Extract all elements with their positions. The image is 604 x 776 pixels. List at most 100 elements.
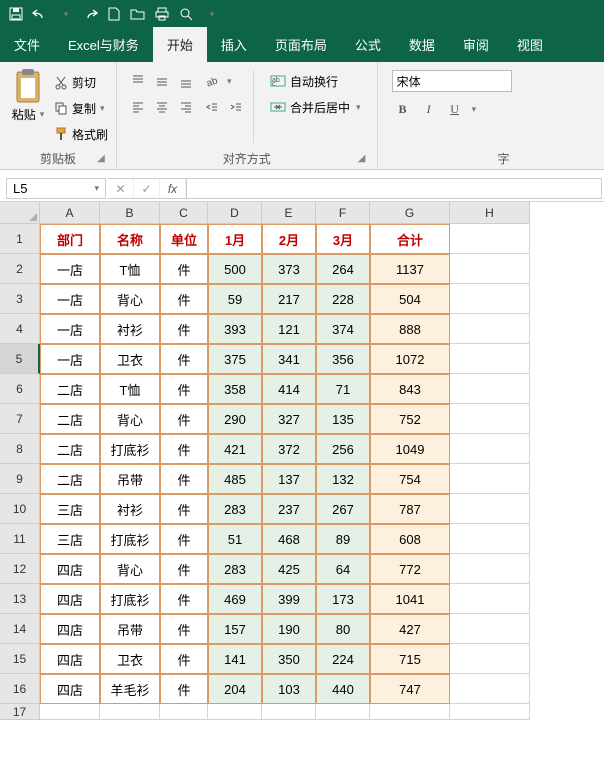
row-header[interactable]: 13: [0, 584, 40, 614]
cell[interactable]: 350: [262, 644, 316, 674]
cell[interactable]: 件: [160, 254, 208, 284]
cell[interactable]: 752: [370, 404, 450, 434]
cell[interactable]: [450, 644, 530, 674]
cell[interactable]: 件: [160, 314, 208, 344]
cell[interactable]: 427: [370, 614, 450, 644]
cell[interactable]: 217: [262, 284, 316, 314]
cell[interactable]: 三店: [40, 524, 100, 554]
row-header[interactable]: 15: [0, 644, 40, 674]
cell[interactable]: 89: [316, 524, 370, 554]
cell[interactable]: [208, 704, 262, 720]
cell[interactable]: 356: [316, 344, 370, 374]
cell[interactable]: 1049: [370, 434, 450, 464]
align-middle-button[interactable]: [151, 70, 173, 92]
cell[interactable]: 件: [160, 644, 208, 674]
cell[interactable]: 一店: [40, 314, 100, 344]
cell[interactable]: 衬衫: [100, 494, 160, 524]
row-header[interactable]: 2: [0, 254, 40, 284]
cell[interactable]: 卫衣: [100, 644, 160, 674]
cell[interactable]: 三店: [40, 494, 100, 524]
cell[interactable]: T恤: [100, 374, 160, 404]
cell[interactable]: 四店: [40, 644, 100, 674]
cell[interactable]: T恤: [100, 254, 160, 284]
cell[interactable]: 747: [370, 674, 450, 704]
cell[interactable]: 80: [316, 614, 370, 644]
undo-dropdown[interactable]: ▾: [54, 2, 78, 26]
increase-indent-button[interactable]: [225, 96, 247, 118]
cell[interactable]: [450, 464, 530, 494]
row-header[interactable]: 3: [0, 284, 40, 314]
cell[interactable]: 件: [160, 374, 208, 404]
cell[interactable]: 135: [316, 404, 370, 434]
cell[interactable]: [450, 614, 530, 644]
cell[interactable]: 283: [208, 554, 262, 584]
cell[interactable]: 单位: [160, 224, 208, 254]
cell[interactable]: 137: [262, 464, 316, 494]
italic-button[interactable]: I: [418, 98, 440, 120]
format-painter-button[interactable]: 格式刷: [54, 123, 108, 145]
column-header[interactable]: C: [160, 202, 208, 224]
cell[interactable]: 485: [208, 464, 262, 494]
cell[interactable]: 部门: [40, 224, 100, 254]
tab-2[interactable]: 开始: [153, 27, 207, 62]
cell[interactable]: 121: [262, 314, 316, 344]
row-header[interactable]: 9: [0, 464, 40, 494]
tab-8[interactable]: 视图: [503, 27, 557, 62]
cell[interactable]: 772: [370, 554, 450, 584]
cell[interactable]: 132: [316, 464, 370, 494]
cell[interactable]: 吊带: [100, 614, 160, 644]
row-header[interactable]: 14: [0, 614, 40, 644]
cell[interactable]: 103: [262, 674, 316, 704]
cell[interactable]: 一店: [40, 254, 100, 284]
column-header[interactable]: E: [262, 202, 316, 224]
align-right-button[interactable]: [175, 96, 197, 118]
cell[interactable]: 888: [370, 314, 450, 344]
cell[interactable]: 372: [262, 434, 316, 464]
cell[interactable]: 二店: [40, 404, 100, 434]
cell[interactable]: 背心: [100, 404, 160, 434]
cell[interactable]: 羊毛衫: [100, 674, 160, 704]
name-box[interactable]: L5▾: [6, 178, 106, 199]
tab-7[interactable]: 审阅: [449, 27, 503, 62]
row-header[interactable]: 8: [0, 434, 40, 464]
column-header[interactable]: A: [40, 202, 100, 224]
cell[interactable]: 1072: [370, 344, 450, 374]
cell[interactable]: 件: [160, 614, 208, 644]
wrap-text-button[interactable]: abc自动换行: [266, 70, 365, 92]
cell[interactable]: 440: [316, 674, 370, 704]
cell[interactable]: 吊带: [100, 464, 160, 494]
cell[interactable]: [450, 254, 530, 284]
cell[interactable]: 393: [208, 314, 262, 344]
row-header[interactable]: 17: [0, 704, 40, 720]
column-header[interactable]: B: [100, 202, 160, 224]
row-header[interactable]: 11: [0, 524, 40, 554]
cell[interactable]: 283: [208, 494, 262, 524]
cell[interactable]: 1月: [208, 224, 262, 254]
cell[interactable]: 2月: [262, 224, 316, 254]
cell[interactable]: [450, 344, 530, 374]
cell[interactable]: 二店: [40, 464, 100, 494]
cell[interactable]: 64: [316, 554, 370, 584]
save-icon[interactable]: [4, 2, 28, 26]
cell[interactable]: 四店: [40, 584, 100, 614]
align-top-button[interactable]: [127, 70, 149, 92]
cell[interactable]: 157: [208, 614, 262, 644]
enter-formula-button[interactable]: ✓: [134, 179, 160, 198]
cell[interactable]: 375: [208, 344, 262, 374]
cell[interactable]: 件: [160, 554, 208, 584]
insert-function-button[interactable]: fx: [160, 179, 186, 198]
print-preview-icon[interactable]: [174, 2, 198, 26]
column-header[interactable]: G: [370, 202, 450, 224]
tab-3[interactable]: 插入: [207, 27, 261, 62]
cell[interactable]: 件: [160, 434, 208, 464]
cell[interactable]: 打底衫: [100, 524, 160, 554]
column-header[interactable]: H: [450, 202, 530, 224]
row-header[interactable]: 7: [0, 404, 40, 434]
align-center-button[interactable]: [151, 96, 173, 118]
cell[interactable]: [450, 554, 530, 584]
cell[interactable]: 500: [208, 254, 262, 284]
cell[interactable]: [450, 584, 530, 614]
cell[interactable]: 卫衣: [100, 344, 160, 374]
align-bottom-button[interactable]: [175, 70, 197, 92]
cell[interactable]: 358: [208, 374, 262, 404]
